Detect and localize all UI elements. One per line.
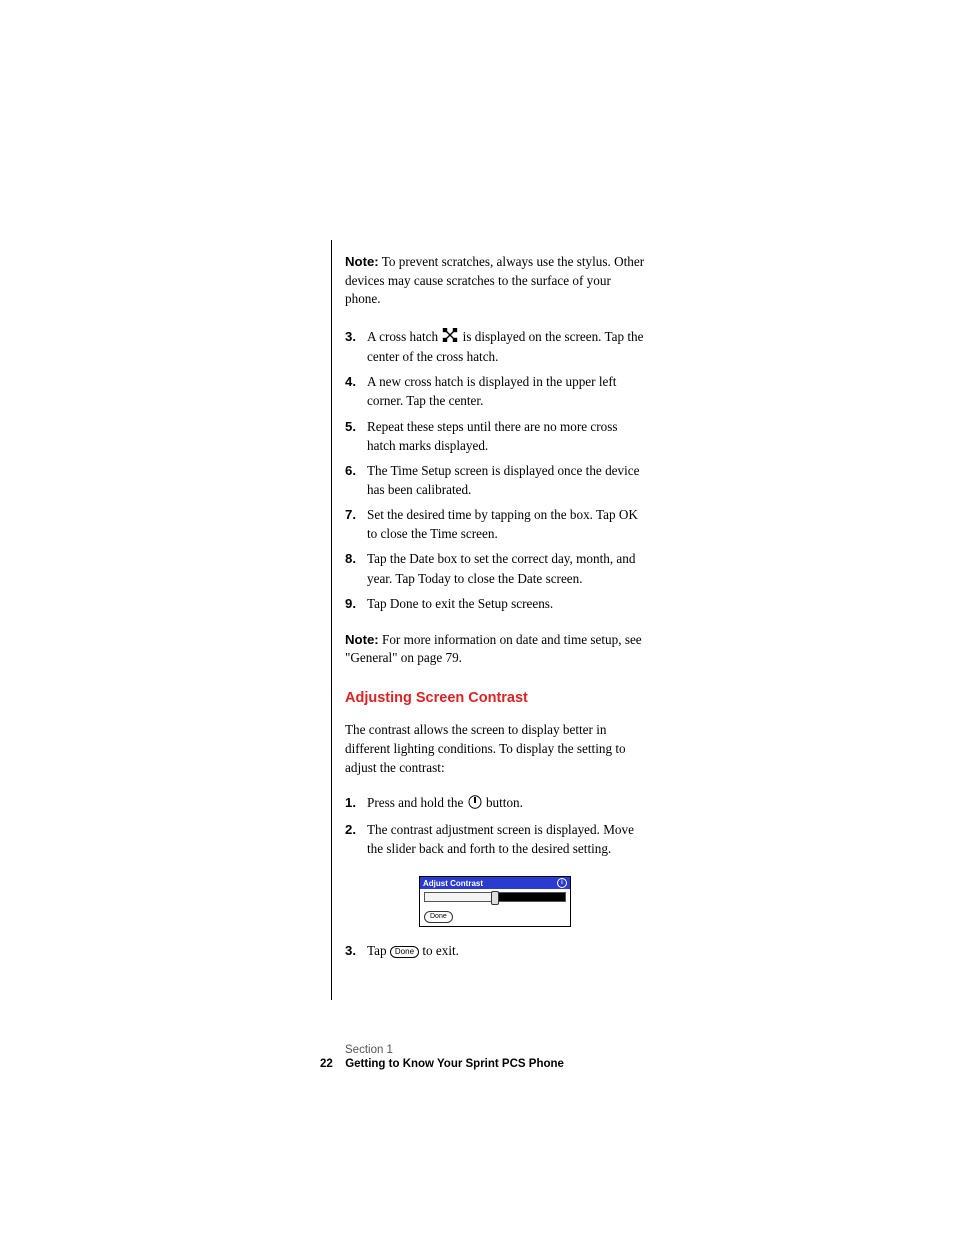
step-number: 6.: [345, 461, 367, 499]
widget-body: Done: [420, 889, 570, 926]
step-6: 6.The Time Setup screen is displayed onc…: [345, 461, 645, 499]
page-number: 22: [320, 1058, 342, 1070]
step-9: 9.Tap Done to exit the Setup screens.: [345, 594, 645, 613]
step-text: A cross hatch is displayed on the screen…: [367, 327, 645, 367]
step-text: Repeat these steps until there are no mo…: [367, 417, 645, 455]
heading-adjusting-contrast: Adjusting Screen Contrast: [345, 690, 645, 706]
contrast-steps: 1. Press and hold the button. 2.The cont…: [345, 793, 645, 858]
step-number: 3.: [345, 941, 367, 960]
widget-done-button: Done: [424, 911, 453, 923]
step-text: Press and hold the button.: [367, 793, 645, 814]
page-content: Note: To prevent scratches, always use t…: [345, 240, 645, 978]
step-number: 8.: [345, 549, 367, 587]
step-number: 2.: [345, 820, 367, 858]
chapter-title: Getting to Know Your Sprint PCS Phone: [345, 1058, 564, 1070]
slider-thumb: [491, 891, 499, 905]
widget-title: Adjust Contrast: [423, 879, 483, 888]
step-text: Tap the Date box to set the correct day,…: [367, 549, 645, 587]
contrast-slider: [424, 892, 566, 902]
step-number: 1.: [345, 793, 367, 814]
contrast-step-3-list: 3. Tap Done to exit.: [345, 941, 645, 960]
vertical-rule: [331, 240, 332, 1000]
contrast-intro: The contrast allows the screen to displa…: [345, 720, 645, 777]
step-text: Tap Done to exit the Setup screens.: [367, 594, 645, 613]
step-number: 4.: [345, 372, 367, 410]
contrast-step-1: 1. Press and hold the button.: [345, 793, 645, 814]
contrast-step-2: 2.The contrast adjustment screen is disp…: [345, 820, 645, 858]
note-label: Note:: [345, 632, 379, 647]
step-text: A new cross hatch is displayed in the up…: [367, 372, 645, 410]
step-text: Set the desired time by tapping on the b…: [367, 505, 645, 543]
note-stylus: Note: To prevent scratches, always use t…: [345, 253, 645, 308]
adjust-contrast-screenshot: Adjust Contrast i Done: [419, 876, 571, 927]
step-8: 8.Tap the Date box to set the correct da…: [345, 549, 645, 587]
step-text: The Time Setup screen is displayed once …: [367, 461, 645, 499]
note-date-time: Note: For more information on date and t…: [345, 631, 645, 668]
step-number: 7.: [345, 505, 367, 543]
note-text: For more information on date and time se…: [345, 632, 642, 665]
contrast-step-3: 3. Tap Done to exit.: [345, 941, 645, 960]
widget-titlebar: Adjust Contrast i: [420, 877, 570, 889]
crosshatch-icon: [442, 328, 458, 347]
note-label: Note:: [345, 254, 379, 269]
step-text: The contrast adjustment screen is displa…: [367, 820, 645, 858]
page-footer: Section 1 22 Getting to Know Your Sprint…: [320, 1044, 564, 1070]
step-number: 5.: [345, 417, 367, 455]
done-pill-icon: Done: [390, 946, 419, 958]
step-text: Tap Done to exit.: [367, 941, 645, 960]
step-4: 4.A new cross hatch is displayed in the …: [345, 372, 645, 410]
step-7: 7.Set the desired time by tapping on the…: [345, 505, 645, 543]
step-3: 3. A cross hatch is displayed on the scr…: [345, 327, 645, 367]
power-button-icon: [468, 795, 482, 814]
note-text: To prevent scratches, always use the sty…: [345, 254, 644, 306]
section-label: Section 1: [345, 1044, 564, 1056]
step-5: 5.Repeat these steps until there are no …: [345, 417, 645, 455]
calibration-steps: 3. A cross hatch is displayed on the scr…: [345, 327, 645, 613]
info-icon: i: [557, 878, 567, 888]
step-number: 3.: [345, 327, 367, 367]
step-number: 9.: [345, 594, 367, 613]
